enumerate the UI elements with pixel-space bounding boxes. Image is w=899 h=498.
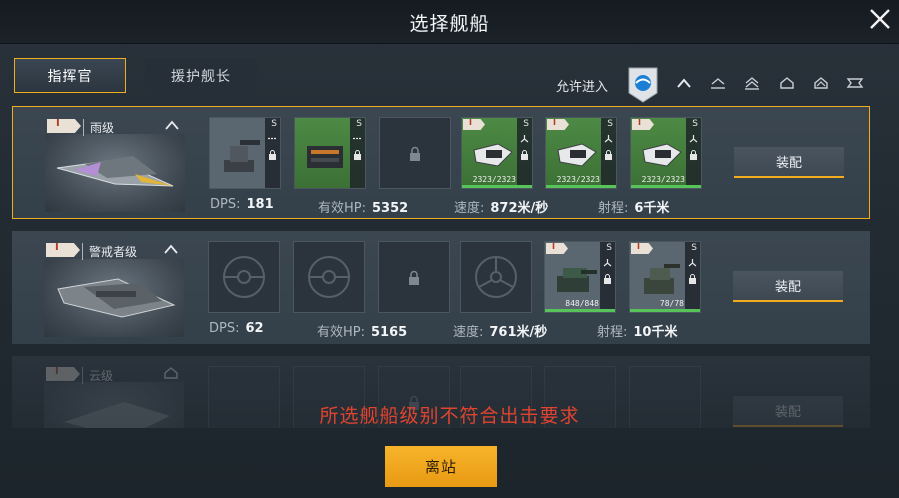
weapon-slot[interactable]: S bbox=[294, 117, 366, 189]
empty-weapon-slot-icon bbox=[223, 256, 265, 298]
dps-stat: DPS: 181 bbox=[210, 197, 274, 212]
durability-text: 848/848 bbox=[565, 299, 599, 308]
durability-bar bbox=[545, 309, 615, 312]
ship-name: 云级 bbox=[82, 367, 113, 384]
tier-badge: I bbox=[46, 243, 80, 257]
tier-badge: I bbox=[631, 243, 653, 254]
speed-stat: 速度: 761米/秒 bbox=[453, 325, 548, 340]
tier-badge: I bbox=[546, 243, 568, 254]
launcher-icon bbox=[307, 146, 343, 168]
drone-slot[interactable]: I S 78/78 bbox=[629, 241, 701, 313]
drone-slot[interactable]: I S 2323/2323 bbox=[545, 117, 617, 189]
empty-slot[interactable] bbox=[293, 241, 365, 313]
drone-icon bbox=[473, 143, 513, 167]
chevron-up-icon[interactable] bbox=[675, 76, 693, 90]
slot-type-icon bbox=[268, 137, 277, 140]
leave-station-button[interactable]: 离站 bbox=[385, 446, 497, 487]
tier-badge: I bbox=[547, 119, 569, 130]
lock-icon bbox=[354, 150, 361, 160]
range-stat: 射程: 6千米 bbox=[598, 201, 670, 216]
close-icon[interactable] bbox=[865, 4, 895, 34]
durability-text: 2323/2323 bbox=[556, 175, 600, 184]
gun-module-icon bbox=[557, 268, 597, 292]
ship-image-rain bbox=[45, 134, 185, 212]
ship-name: 雨级 bbox=[83, 119, 114, 136]
class-requirement-warning: 所选舰船级别不符合出击要求 bbox=[319, 405, 580, 427]
durability-bar bbox=[631, 185, 701, 188]
slot-type-icon bbox=[688, 259, 697, 267]
effective-hp-stat: 有效HP: 5165 bbox=[317, 325, 408, 340]
ship-row-sentinel[interactable]: I 警戒者级 I S 848/848 I S 78/78 DPS: 62 有效H… bbox=[12, 231, 870, 344]
class-carrier-icon[interactable] bbox=[846, 76, 864, 90]
class-destroyer-icon[interactable] bbox=[743, 76, 761, 90]
drone-icon bbox=[642, 143, 682, 167]
lock-icon bbox=[409, 270, 419, 285]
lock-icon bbox=[410, 146, 420, 161]
house-outline-icon bbox=[164, 367, 178, 379]
speed-stat: 速度: 872米/秒 bbox=[454, 201, 549, 216]
filter-label: 允许进入 bbox=[556, 80, 609, 95]
empty-slot[interactable] bbox=[460, 241, 532, 313]
durability-text: 78/78 bbox=[659, 299, 684, 308]
page-title: 选择舰船 bbox=[409, 13, 490, 35]
ship-image-sentinel bbox=[44, 259, 184, 337]
tab-commander[interactable]: 指挥官 bbox=[14, 58, 126, 93]
class-frigate-icon[interactable] bbox=[709, 76, 727, 90]
drone-icon bbox=[557, 143, 597, 167]
lock-icon bbox=[690, 150, 697, 160]
durability-text: 2323/2323 bbox=[472, 175, 516, 184]
slot-type-icon bbox=[520, 135, 529, 143]
slot-type-icon bbox=[603, 259, 612, 267]
locked-slot[interactable] bbox=[378, 241, 450, 313]
class-battlecruiser-icon[interactable] bbox=[812, 76, 830, 90]
slot-size-label: S bbox=[607, 119, 613, 129]
weapon-slot[interactable]: S bbox=[209, 117, 281, 189]
lock-icon bbox=[521, 150, 528, 160]
equip-button[interactable]: 装配 bbox=[734, 147, 844, 178]
durability-text: 2323/2323 bbox=[641, 175, 685, 184]
tier-badge: I bbox=[47, 119, 81, 133]
chevron-up-icon[interactable] bbox=[163, 119, 181, 131]
ship-name: 警戒者级 bbox=[82, 243, 137, 260]
locked-slot[interactable] bbox=[379, 117, 451, 189]
empty-drone-slot-icon bbox=[475, 256, 517, 298]
dps-stat: DPS: 62 bbox=[209, 321, 264, 336]
lock-icon bbox=[605, 150, 612, 160]
class-cruiser-icon[interactable] bbox=[778, 76, 796, 90]
equip-button[interactable]: 装配 bbox=[733, 271, 843, 302]
tier-badge: I bbox=[632, 119, 654, 130]
empty-slot[interactable] bbox=[208, 241, 280, 313]
drone-slot[interactable]: I S 848/848 bbox=[544, 241, 616, 313]
gun-module-icon bbox=[644, 264, 680, 294]
slot-size-label: S bbox=[271, 119, 277, 129]
durability-bar bbox=[546, 185, 616, 188]
effective-hp-stat: 有效HP: 5352 bbox=[318, 201, 409, 216]
tab-support-captain[interactable]: 援护舰长 bbox=[145, 58, 257, 93]
allowed-class-badge-icon[interactable] bbox=[628, 67, 658, 103]
slot-size-label: S bbox=[356, 119, 362, 129]
range-stat: 射程: 10千米 bbox=[597, 325, 678, 340]
slot-size-label: S bbox=[691, 243, 697, 253]
slot-type-icon bbox=[353, 137, 362, 140]
title-bar: 选择舰船 bbox=[0, 0, 899, 44]
slot-size-label: S bbox=[606, 243, 612, 253]
lock-icon bbox=[604, 274, 611, 284]
lock-icon bbox=[269, 150, 276, 160]
empty-weapon-slot-icon bbox=[308, 256, 350, 298]
durability-bar bbox=[462, 185, 532, 188]
slot-type-icon bbox=[604, 135, 613, 143]
tier-badge: I bbox=[463, 119, 485, 130]
slot-type-icon bbox=[689, 135, 698, 143]
ship-row-rain[interactable]: I 雨级 S S I S 2323/2323 I S 2323/2323 I S… bbox=[12, 106, 870, 219]
drone-slot[interactable]: I S 2323/2323 bbox=[630, 117, 702, 189]
drone-slot[interactable]: I S 2323/2323 bbox=[461, 117, 533, 189]
tier-badge: I bbox=[46, 367, 80, 381]
chevron-up-icon[interactable] bbox=[162, 243, 180, 255]
slot-size-label: S bbox=[523, 119, 529, 129]
lock-icon bbox=[689, 274, 696, 284]
turret-icon bbox=[224, 140, 260, 172]
slot-size-label: S bbox=[692, 119, 698, 129]
durability-bar bbox=[630, 309, 700, 312]
